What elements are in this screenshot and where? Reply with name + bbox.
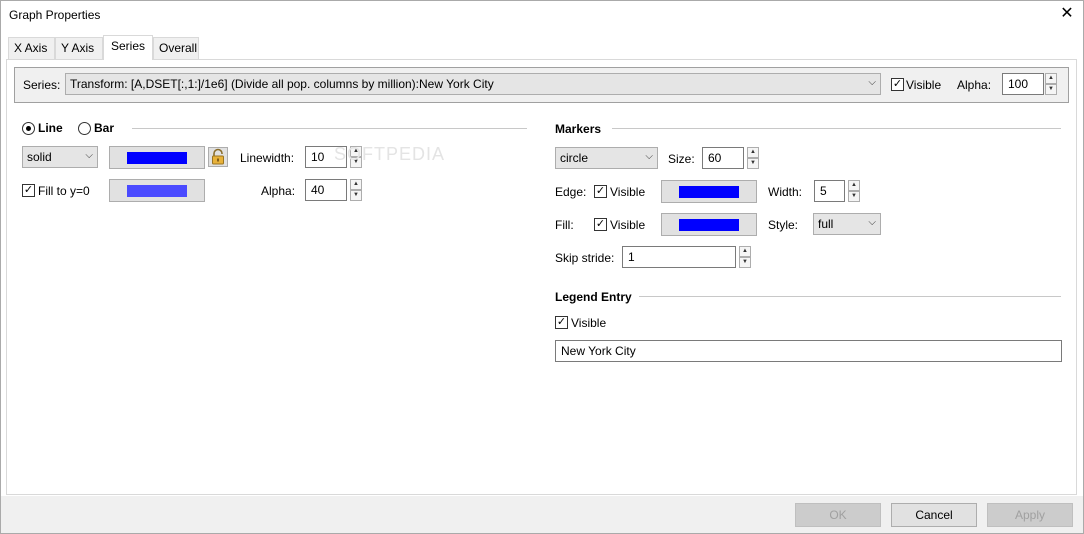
spin-down-icon[interactable]: ▼ — [848, 191, 860, 202]
tab-label: X Axis — [14, 41, 48, 55]
series-alpha-input[interactable]: 100 — [1002, 73, 1044, 95]
legend-entry-input[interactable]: New York City — [555, 340, 1062, 362]
series-alpha-label: Alpha: — [957, 78, 992, 92]
checkmark-icon: ✓ — [595, 185, 606, 197]
legend-separator — [639, 296, 1061, 297]
chevron-down-icon: ⌵ — [868, 77, 876, 88]
checkmark-icon: ✓ — [595, 218, 606, 230]
spin-up-icon[interactable]: ▲ — [1045, 73, 1057, 84]
tab-overall[interactable]: Overall — [153, 37, 199, 59]
series-visible-checkbox[interactable]: ✓ — [891, 78, 904, 91]
bar-radio-label: Bar — [94, 121, 115, 135]
edge-width-label: Width: — [768, 185, 803, 199]
fill-color-swatch — [127, 185, 187, 197]
tab-panel — [6, 59, 1077, 495]
fill-to-zero-label: Fill to y=0 — [38, 184, 90, 198]
markers-heading: Markers — [555, 122, 602, 136]
series-alpha-spinner[interactable]: ▲ ▼ — [1045, 73, 1057, 95]
series-select-value: Transform: [A,DSET[:,1:]/1e6] (Divide al… — [70, 77, 494, 91]
series-label: Series: — [23, 78, 61, 92]
window-title: Graph Properties — [9, 8, 101, 22]
fill-alpha-spinner[interactable]: ▲ ▼ — [350, 179, 362, 201]
spin-down-icon[interactable]: ▼ — [350, 190, 362, 201]
spin-up-icon[interactable]: ▲ — [739, 246, 751, 257]
marker-style-select[interactable]: full ⌵ — [813, 213, 881, 235]
spin-up-icon[interactable]: ▲ — [350, 146, 362, 157]
checkmark-icon: ✓ — [23, 184, 34, 196]
edge-visible-checkbox[interactable]: ✓ — [594, 185, 607, 198]
tab-label: Y Axis — [61, 41, 95, 55]
legend-heading: Legend Entry — [555, 290, 632, 304]
fill-color-button[interactable] — [109, 179, 205, 202]
line-color-button[interactable] — [109, 146, 205, 169]
tab-label: Overall — [159, 41, 198, 55]
apply-button[interactable]: Apply — [987, 503, 1073, 527]
edge-visible-label: Visible — [610, 185, 646, 199]
lock-icon — [212, 148, 224, 165]
line-radio-label: Line — [38, 121, 63, 135]
close-icon[interactable]: ✕ — [1058, 5, 1076, 23]
linewidth-label: Linewidth: — [240, 151, 295, 165]
legend-visible-label: Visible — [571, 316, 607, 330]
line-separator — [132, 128, 527, 129]
fill-alpha-input[interactable]: 40 — [305, 179, 347, 201]
edge-color-button[interactable] — [661, 180, 757, 203]
skip-stride-spinner[interactable]: ▲ ▼ — [739, 246, 751, 268]
marker-shape-value: circle — [560, 151, 589, 165]
line-color-swatch — [127, 152, 187, 164]
linewidth-spinner[interactable]: ▲ ▼ — [350, 146, 362, 168]
fill-to-zero-checkbox[interactable]: ✓ — [22, 184, 35, 197]
marker-shape-select[interactable]: circle ⌵ — [555, 147, 658, 169]
line-radio[interactable] — [22, 122, 35, 135]
spin-down-icon[interactable]: ▼ — [1045, 84, 1057, 95]
spin-up-icon[interactable]: ▲ — [747, 147, 759, 158]
edge-width-input[interactable]: 5 — [814, 180, 845, 202]
title-bar — [0, 0, 1084, 32]
spin-down-icon[interactable]: ▼ — [350, 157, 362, 168]
legend-visible-checkbox[interactable]: ✓ — [555, 316, 568, 329]
chevron-down-icon: ⌵ — [645, 151, 653, 162]
edge-label: Edge: — [555, 185, 587, 199]
bar-radio[interactable] — [78, 122, 91, 135]
skip-stride-input[interactable]: 1 — [622, 246, 736, 268]
tab-x-axis[interactable]: X Axis — [8, 37, 55, 59]
fill-alpha-label: Alpha: — [261, 184, 296, 198]
chevron-down-icon: ⌵ — [85, 150, 93, 161]
marker-size-label: Size: — [668, 152, 695, 166]
tab-y-axis[interactable]: Y Axis — [55, 37, 103, 59]
ok-button[interactable]: OK — [795, 503, 881, 527]
spin-down-icon[interactable]: ▼ — [747, 158, 759, 169]
tab-series[interactable]: Series — [103, 35, 153, 60]
line-style-select[interactable]: solid ⌵ — [22, 146, 98, 168]
marker-fill-color-swatch — [679, 219, 739, 231]
lock-button[interactable] — [208, 147, 228, 167]
fill-visible-checkbox[interactable]: ✓ — [594, 218, 607, 231]
marker-fill-color-button[interactable] — [661, 213, 757, 236]
marker-size-spinner[interactable]: ▲ ▼ — [747, 147, 759, 169]
skip-stride-label: Skip stride: — [555, 251, 615, 265]
style-label: Style: — [768, 218, 799, 232]
marker-size-input[interactable]: 60 — [702, 147, 744, 169]
spin-up-icon[interactable]: ▲ — [848, 180, 860, 191]
line-style-value: solid — [27, 150, 52, 164]
series-select[interactable]: Transform: [A,DSET[:,1:]/1e6] (Divide al… — [65, 73, 881, 95]
spin-up-icon[interactable]: ▲ — [350, 179, 362, 190]
checkmark-icon: ✓ — [556, 316, 567, 328]
edge-color-swatch — [679, 186, 739, 198]
spin-down-icon[interactable]: ▼ — [739, 257, 751, 268]
marker-style-value: full — [818, 217, 834, 231]
markers-separator — [612, 128, 1061, 129]
chevron-down-icon: ⌵ — [868, 217, 876, 228]
series-visible-label: Visible — [906, 78, 942, 92]
checkmark-icon: ✓ — [892, 78, 903, 90]
fill-label: Fill: — [555, 218, 574, 232]
linewidth-input[interactable]: 10 — [305, 146, 347, 168]
tab-label: Series — [111, 39, 146, 53]
cancel-button[interactable]: Cancel — [891, 503, 977, 527]
edge-width-spinner[interactable]: ▲ ▼ — [848, 180, 860, 202]
fill-visible-label: Visible — [610, 218, 646, 232]
